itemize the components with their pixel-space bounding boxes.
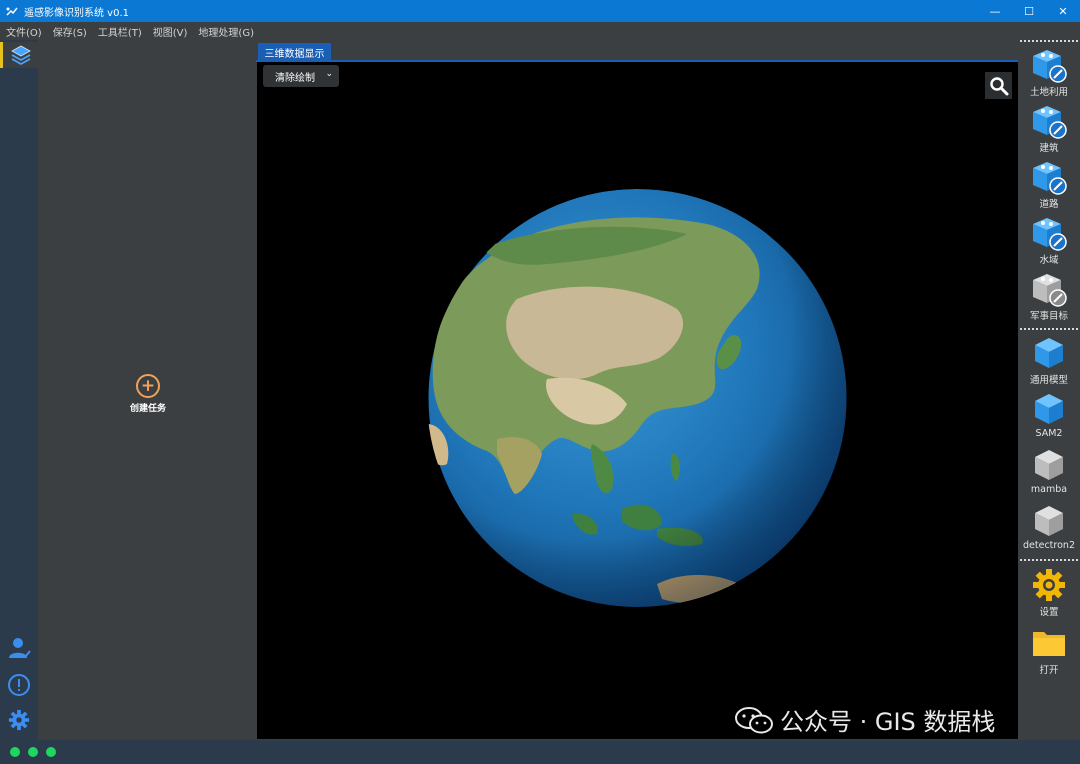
alert-button[interactable] [7,673,31,697]
clear-drawing-value: 清除绘制 [275,72,315,84]
title-bar: 遥感影像识别系统 v0.1 — ☐ ✕ [0,0,1080,22]
user-button[interactable] [7,636,31,660]
gear-icon [1033,569,1065,601]
app-icon [6,7,18,16]
settings-button[interactable] [7,708,31,732]
tool-building[interactable]: 建筑 [1021,102,1077,158]
tool-sam2[interactable]: SAM2 [1021,390,1077,446]
menu-toolbar[interactable]: 工具栏(T) [98,24,142,39]
right-toolbar: 土地利用 建筑 道路 水域 军事目标 通用模型 SAM2 mamba detec… [1018,40,1080,740]
tool-building-label: 建筑 [1039,143,1059,154]
tool-land-use-label: 土地利用 [1029,87,1068,98]
folder-icon [1033,632,1065,656]
menu-save[interactable]: 保存(S) [53,24,87,39]
plus-circle-icon: + [136,374,160,398]
status-indicator-2 [28,747,38,757]
menu-file[interactable]: 文件(O) [6,24,42,39]
status-indicator-3 [46,747,56,757]
watermark: 公众号 · GIS 数据栈 [734,702,995,737]
left-icon-strip [0,40,38,740]
tool-settings[interactable]: 设置 [1021,566,1077,622]
tool-general-model[interactable]: 通用模型 [1021,334,1077,390]
tool-open[interactable]: 打开 [1021,624,1077,680]
layers-button[interactable] [0,42,38,68]
gray-box-icon [1035,450,1063,480]
blue-cube-edit-icon [1033,162,1067,195]
minimize-button[interactable]: — [978,0,1012,22]
menu-view[interactable]: 视图(V) [153,24,188,39]
toolbar-separator [1020,328,1078,330]
tool-road[interactable]: 道路 [1021,158,1077,214]
tool-settings-label: 设置 [1039,607,1059,618]
task-panel: + 创建任务 [38,40,256,740]
create-task-button[interactable]: + 创建任务 [124,374,172,414]
app-window: 遥感影像识别系统 v0.1 — ☐ ✕ 文件(O) 保存(S) 工具栏(T) 视… [0,0,1080,764]
alert-icon [8,674,30,696]
menu-bar: 文件(O) 保存(S) 工具栏(T) 视图(V) 地理处理(G) [0,22,1080,40]
wechat-icon [735,706,773,733]
status-bar [0,740,1080,764]
blue-cube-edit-icon [1033,50,1067,83]
search-icon [989,76,1008,95]
toolbar-separator [1020,40,1078,42]
search-button[interactable] [985,72,1012,99]
earth-globe[interactable] [427,189,848,607]
blue-cube-edit-icon [1033,218,1067,251]
tool-water-label: 水域 [1039,255,1059,266]
chevron-down-icon: ⌄ [325,69,333,79]
status-indicator-1 [10,747,20,757]
blue-cube-edit-icon [1033,106,1067,139]
maximize-button[interactable]: ☐ [1012,0,1046,22]
settings-icon [8,709,30,731]
window-controls: — ☐ ✕ [978,0,1080,22]
clear-drawing-select[interactable]: 清除绘制 ⌄ [263,65,339,87]
tool-water[interactable]: 水域 [1021,214,1077,270]
gray-cube-edit-icon [1033,274,1067,307]
user-icon [9,638,31,659]
blue-box-icon [1035,338,1063,368]
close-button[interactable]: ✕ [1046,0,1080,22]
tool-detectron2[interactable]: detectron2 [1021,502,1077,558]
tool-detectron2-label: detectron2 [1023,540,1075,551]
blue-box-icon [1035,394,1063,424]
tool-general-model-label: 通用模型 [1029,375,1068,386]
tool-military-target[interactable]: 军事目标 [1021,270,1077,326]
create-task-label: 创建任务 [129,404,166,414]
layers-icon [10,45,31,66]
gray-box-icon [1035,506,1063,536]
tool-mamba[interactable]: mamba [1021,446,1077,502]
toolbar-separator [1020,559,1078,561]
tool-land-use[interactable]: 土地利用 [1021,46,1077,102]
watermark-text: 公众号 · GIS 数据栈 [780,708,996,736]
viewer-tabs: 三维数据显示 [256,40,1018,62]
tool-sam2-label: SAM2 [1035,428,1063,439]
tool-open-label: 打开 [1039,665,1059,676]
window-title: 遥感影像识别系统 v0.1 [24,7,129,19]
tool-military-target-label: 军事目标 [1029,311,1068,322]
tool-road-label: 道路 [1039,199,1059,210]
3d-viewer[interactable]: 清除绘制 ⌄ 公众号 · GIS 数据栈 [257,62,1018,739]
menu-geoprocessing[interactable]: 地理处理(G) [198,24,254,39]
tool-mamba-label: mamba [1030,484,1068,495]
